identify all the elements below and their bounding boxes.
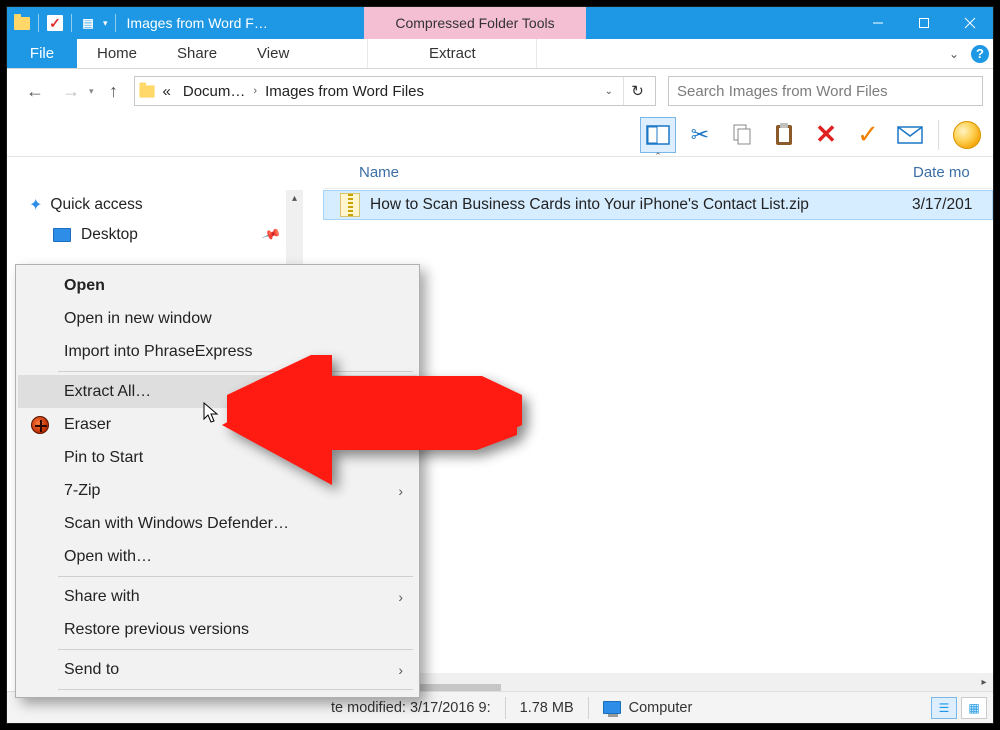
status-modified: te modified: 3/17/2016 9: [331, 700, 491, 716]
refresh-button[interactable]: ↻ [623, 77, 651, 105]
scroll-right-icon[interactable]: ▸ [975, 677, 993, 688]
thumbnails-view-button[interactable]: ▦ [961, 697, 987, 719]
contextual-tab-header: Compressed Folder Tools [364, 7, 586, 39]
titlebar: ✓ ▤ ▾ Images from Word F… Compressed Fol… [7, 7, 993, 39]
up-button[interactable]: ↑ [102, 79, 126, 103]
address-bar[interactable]: « Docum… › Images from Word Files ⌄ ↻ [134, 76, 656, 106]
extract-tab[interactable]: Extract [367, 39, 537, 68]
properties-icon[interactable]: ✓ [46, 14, 64, 32]
chevron-right-icon: › [398, 589, 403, 605]
ribbon-expand-icon[interactable]: ⌄ [941, 39, 967, 68]
classic-shell-button[interactable] [949, 117, 985, 153]
cut-button[interactable]: ✂ [682, 117, 718, 153]
status-computer: Computer [629, 700, 693, 716]
separator [58, 371, 413, 372]
separator [58, 576, 413, 577]
history-dropdown-icon[interactable]: ▾ [89, 86, 94, 97]
folder-icon [13, 14, 31, 32]
explorer-window: ✓ ▤ ▾ Images from Word F… Compressed Fol… [6, 6, 994, 724]
eraser-icon [30, 415, 50, 435]
chevron-right-icon[interactable]: › [253, 85, 257, 97]
copy-button[interactable] [724, 117, 760, 153]
ctx-send-to[interactable]: Send to › [18, 653, 417, 686]
content-h-scrollbar[interactable]: ◂ ▸ [323, 673, 993, 691]
folder-icon [139, 85, 154, 97]
ctx-share-with[interactable]: Share with › [18, 580, 417, 613]
ribbon-tabs: File Home Share View Extract ⌄ ? [7, 39, 993, 69]
window-controls [855, 7, 993, 39]
chevron-right-icon: › [398, 483, 403, 499]
star-icon: ✦ [29, 195, 42, 215]
rename-button[interactable]: ✓ [850, 117, 886, 153]
column-date[interactable]: Date mo [913, 164, 993, 181]
ctx-open[interactable]: Open [18, 269, 417, 302]
email-button[interactable] [892, 117, 928, 153]
ctx-scan-defender[interactable]: Scan with Windows Defender… [18, 507, 417, 540]
chevron-right-icon: › [398, 662, 403, 678]
breadcrumb-documents[interactable]: Docum… [179, 83, 250, 100]
qat-dropdown-icon[interactable]: ▾ [103, 18, 108, 29]
ctx-eraser[interactable]: Eraser [18, 408, 417, 441]
address-dropdown-icon[interactable]: ⌄ [599, 86, 619, 97]
status-size: 1.78 MB [520, 700, 574, 716]
maximize-button[interactable] [901, 7, 947, 39]
ctx-import-phraseexpress[interactable]: Import into PhraseExpress [18, 335, 417, 368]
minimize-button[interactable] [855, 7, 901, 39]
desktop-icon [53, 228, 71, 242]
paste-button[interactable] [766, 117, 802, 153]
separator [58, 689, 413, 690]
zip-icon [340, 193, 360, 217]
close-button[interactable] [947, 7, 993, 39]
sidebar-desktop[interactable]: Desktop 📌 [7, 220, 303, 250]
view-tab[interactable]: View [237, 39, 309, 68]
desktop-label: Desktop [81, 226, 138, 244]
separator [71, 14, 72, 32]
command-toolbar: ⌃ ✂ ✕ ✓ [7, 113, 993, 157]
column-headers: Name Date mo [323, 157, 993, 189]
search-placeholder: Search Images from Word Files [677, 83, 888, 100]
preview-pane-button[interactable]: ⌃ [640, 117, 676, 153]
ctx-open-with[interactable]: Open with… [18, 540, 417, 573]
forward-button[interactable]: → [57, 77, 85, 105]
file-tab[interactable]: File [7, 39, 77, 68]
computer-icon [603, 701, 621, 714]
ctx-extract-all[interactable]: Extract All… [18, 375, 417, 408]
home-tab[interactable]: Home [77, 39, 157, 68]
quick-access-toolbar: ✓ ▤ ▾ [7, 14, 119, 32]
separator [58, 649, 413, 650]
context-menu: Open Open in new window Import into Phra… [15, 264, 420, 698]
details-view-button[interactable]: ☰ [931, 697, 957, 719]
column-name[interactable]: Name [323, 164, 913, 181]
window-title: Images from Word F… [127, 15, 268, 31]
ctx-7zip[interactable]: 7-Zip › [18, 474, 417, 507]
navigation-bar: ← → ▾ ↑ « Docum… › Images from Word File… [7, 69, 993, 113]
delete-button[interactable]: ✕ [808, 117, 844, 153]
ctx-pin-to-start[interactable]: Pin to Start [18, 441, 417, 474]
new-folder-icon[interactable]: ▤ [79, 14, 97, 32]
back-button[interactable]: ← [21, 77, 49, 105]
file-name: How to Scan Business Cards into Your iPh… [370, 196, 912, 214]
file-row-selected[interactable]: How to Scan Business Cards into Your iPh… [323, 190, 993, 220]
search-input[interactable]: Search Images from Word Files [668, 76, 983, 106]
separator [115, 14, 116, 32]
ctx-open-new-window[interactable]: Open in new window [18, 302, 417, 335]
separator [38, 14, 39, 32]
separator [938, 120, 939, 150]
quick-access-label: Quick access [50, 196, 142, 214]
share-tab[interactable]: Share [157, 39, 237, 68]
pin-icon: 📌 [260, 224, 281, 245]
scroll-up-icon[interactable]: ▴ [286, 190, 303, 207]
sidebar-quick-access[interactable]: ✦ Quick access [7, 190, 303, 220]
breadcrumb-prefix: « [159, 83, 175, 100]
file-date: 3/17/201 [912, 196, 992, 214]
help-button[interactable]: ? [967, 39, 993, 68]
ctx-restore-previous[interactable]: Restore previous versions [18, 613, 417, 646]
breadcrumb-current[interactable]: Images from Word Files [261, 83, 428, 100]
